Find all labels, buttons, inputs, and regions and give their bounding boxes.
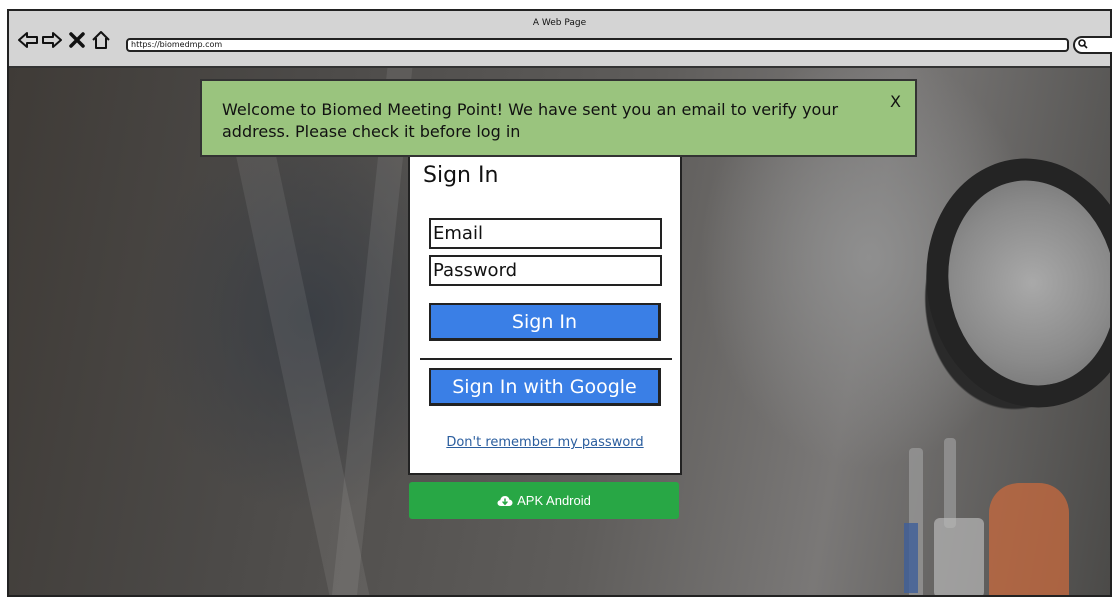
browser-chrome: A Web Page https://biomedmp.com [9,11,1112,68]
background-shape [934,518,984,595]
forgot-password-link[interactable]: Don't remember my password [410,435,680,450]
divider [420,358,672,360]
background-shape [944,438,956,528]
signin-title: Sign In [423,163,499,188]
close-notice-button[interactable]: X [890,91,901,113]
forward-arrow-icon[interactable] [41,29,63,51]
back-arrow-icon[interactable] [17,29,39,51]
search-icon [1078,39,1088,52]
apk-android-button[interactable]: APK Android [409,482,679,519]
page-title: A Web Page [532,18,587,28]
password-field[interactable] [429,255,662,286]
browser-window: A Web Page https://biomedmp.com Welcome … [7,9,1112,597]
email-field[interactable] [429,218,662,249]
close-icon[interactable] [66,29,88,51]
notice-message: Welcome to Biomed Meeting Point! We have… [222,100,839,141]
apk-label: APK Android [517,493,591,508]
signin-card: Sign In Sign In Sign In with Google Don'… [408,157,682,475]
verification-notice: Welcome to Biomed Meeting Point! We have… [200,79,917,157]
home-icon[interactable] [90,29,112,51]
cloud-download-icon [497,495,513,507]
page-viewport: Welcome to Biomed Meeting Point! We have… [9,68,1110,595]
search-box[interactable] [1073,36,1112,54]
background-shape [904,523,918,593]
sign-in-button[interactable]: Sign In [429,303,661,341]
url-bar[interactable]: https://biomedmp.com [126,38,1069,52]
stethoscope-image [906,141,1110,425]
background-shape [989,483,1069,595]
google-sign-in-button[interactable]: Sign In with Google [429,368,661,406]
